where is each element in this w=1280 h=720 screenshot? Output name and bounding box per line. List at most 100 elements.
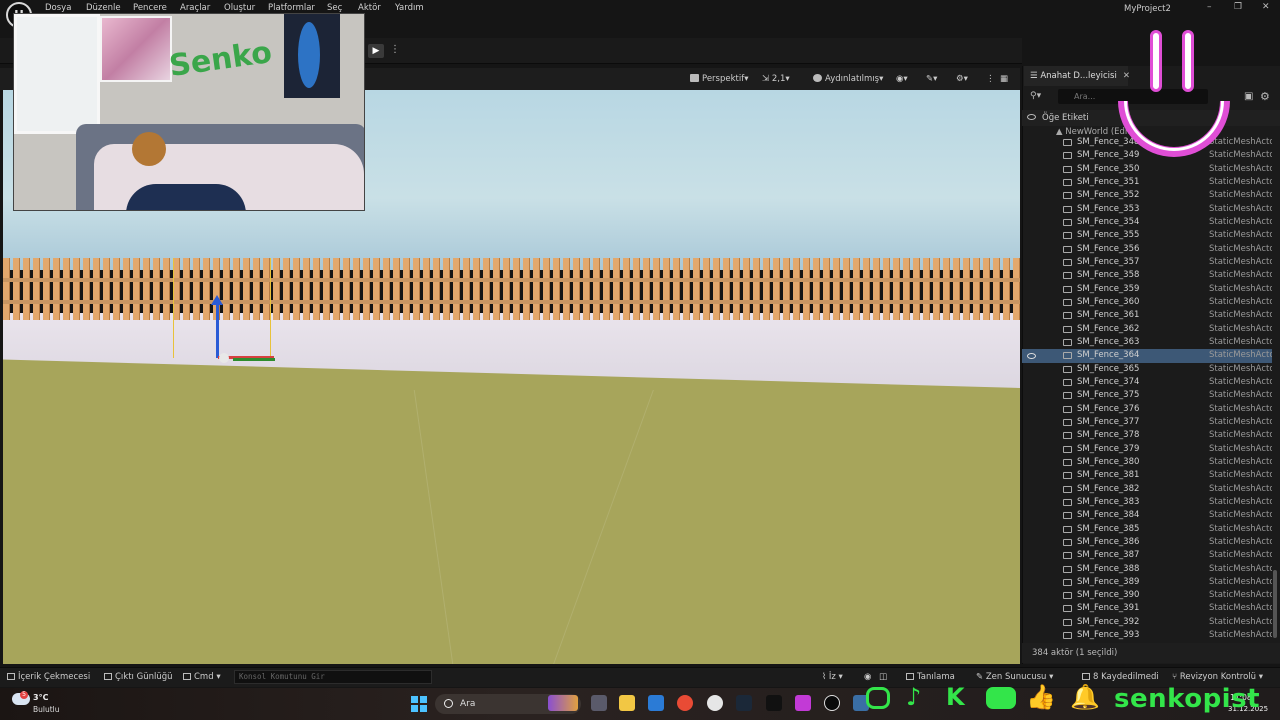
outliner-row[interactable]: SM_Fence_357 StaticMeshActo: [1022, 256, 1272, 269]
outliner-row[interactable]: SM_Fence_382 StaticMeshActo: [1022, 483, 1272, 496]
outliner-row[interactable]: SM_Fence_393 StaticMeshActo: [1022, 629, 1272, 642]
outliner-row[interactable]: SM_Fence_375 StaticMeshActo: [1022, 389, 1272, 402]
visibility-header-icon[interactable]: [1027, 114, 1036, 120]
outliner-row[interactable]: SM_Fence_361 StaticMeshActo: [1022, 309, 1272, 322]
lighting-dropdown[interactable]: Aydınlatılmış▾: [813, 72, 883, 86]
outliner-row[interactable]: SM_Fence_384 StaticMeshActo: [1022, 509, 1272, 522]
outliner-row[interactable]: SM_Fence_360 StaticMeshActo: [1022, 296, 1272, 309]
actor-name: SM_Fence_386: [1077, 536, 1140, 547]
menu-window[interactable]: Pencere: [133, 3, 167, 13]
outliner-row[interactable]: SM_Fence_379 StaticMeshActo: [1022, 443, 1272, 456]
gizmo-y-axis[interactable]: [233, 358, 275, 361]
outliner-row[interactable]: SM_Fence_352 StaticMeshActo: [1022, 189, 1272, 202]
menu-create[interactable]: Oluştur: [224, 3, 255, 13]
outliner-settings-icon[interactable]: ⚙: [1260, 90, 1270, 103]
close-tab-icon[interactable]: ✕: [1123, 71, 1130, 81]
weather-description[interactable]: Bulutlu: [33, 705, 60, 714]
unsaved-button[interactable]: 8 Kaydedilmedi: [1082, 672, 1159, 682]
chrome-icon[interactable]: [677, 695, 693, 711]
cmd-dropdown[interactable]: Cmd ▾: [183, 672, 221, 682]
outliner-row[interactable]: SM_Fence_359 StaticMeshActo: [1022, 283, 1272, 296]
search-highlight-icon[interactable]: [548, 695, 578, 711]
menu-edit[interactable]: Düzenle: [86, 3, 121, 13]
visibility-eye-icon[interactable]: [1027, 353, 1036, 360]
outliner-row[interactable]: SM_Fence_364 StaticMeshActo: [1022, 349, 1272, 363]
outliner-row[interactable]: SM_Fence_374 StaticMeshActo: [1022, 376, 1272, 389]
outliner-row[interactable]: SM_Fence_381 StaticMeshActo: [1022, 469, 1272, 482]
tools-dropdown[interactable]: ✎▾: [926, 72, 937, 86]
gizmo-z-axis[interactable]: [216, 300, 219, 358]
show-dropdown[interactable]: ◉▾: [896, 72, 908, 86]
screenshot-icon[interactable]: ◫: [879, 672, 887, 682]
outliner-row[interactable]: SM_Fence_363 StaticMeshActo: [1022, 336, 1272, 349]
outliner-row[interactable]: SM_Fence_385 StaticMeshActo: [1022, 523, 1272, 536]
outliner-row[interactable]: SM_Fence_351 StaticMeshActo: [1022, 176, 1272, 189]
outliner-row[interactable]: SM_Fence_350 StaticMeshActo: [1022, 163, 1272, 176]
zen-server-dropdown[interactable]: ✎ Zen Sunucusu ▾: [976, 672, 1053, 682]
layout-grid-icon[interactable]: ▦: [1000, 72, 1008, 86]
outliner-row[interactable]: SM_Fence_376 StaticMeshActo: [1022, 403, 1272, 416]
outliner-row[interactable]: SM_Fence_389 StaticMeshActo: [1022, 576, 1272, 589]
console-command-input[interactable]: Konsol Komutunu Gir: [234, 670, 432, 684]
record-icon[interactable]: ◉: [864, 672, 871, 682]
scale-dropdown[interactable]: ⇲ 2,1▾: [762, 72, 790, 86]
menu-actor[interactable]: Aktör: [358, 3, 381, 13]
output-log-button[interactable]: Çıktı Günlüğü: [104, 672, 173, 682]
steam-icon[interactable]: [736, 695, 752, 711]
static-mesh-icon: [1063, 258, 1072, 266]
gizmo-z-arrow-icon[interactable]: [211, 295, 223, 305]
play-button[interactable]: ▶: [368, 44, 384, 58]
outliner-row[interactable]: SM_Fence_377 StaticMeshActo: [1022, 416, 1272, 429]
menu-help[interactable]: Yardım: [395, 3, 424, 13]
fence-row[interactable]: [3, 258, 1020, 320]
minimize-icon[interactable]: –: [1207, 2, 1212, 12]
filter-icon[interactable]: ⚲▾: [1030, 91, 1041, 101]
perspective-dropdown[interactable]: Perspektif▾: [690, 72, 749, 86]
menu-tools[interactable]: Araçlar: [180, 3, 210, 13]
outliner-row[interactable]: SM_Fence_391 StaticMeshActo: [1022, 602, 1272, 615]
trace-dropdown[interactable]: ⌇ İz ▾: [822, 672, 843, 682]
outliner-scrollbar[interactable]: [1273, 570, 1277, 638]
folder-icon[interactable]: ▣: [1244, 91, 1253, 102]
outliner-row[interactable]: SM_Fence_392 StaticMeshActo: [1022, 616, 1272, 629]
outliner-row[interactable]: SM_Fence_365 StaticMeshActo: [1022, 363, 1272, 376]
menu-platforms[interactable]: Platformlar: [268, 3, 315, 13]
viewport-menu-icon[interactable]: ⋮: [986, 72, 995, 86]
file-explorer-icon[interactable]: [619, 695, 635, 711]
close-icon[interactable]: ✕: [1262, 2, 1270, 12]
unreal-taskbar-icon[interactable]: [824, 695, 840, 711]
outliner-row[interactable]: SM_Fence_362 StaticMeshActo: [1022, 323, 1272, 336]
outliner-row[interactable]: SM_Fence_354 StaticMeshActo: [1022, 216, 1272, 229]
app-purple-icon[interactable]: [795, 695, 811, 711]
play-options-icon[interactable]: ⋮: [390, 44, 400, 55]
weather-temperature[interactable]: 3°C: [33, 693, 48, 702]
outliner-row[interactable]: SM_Fence_355 StaticMeshActo: [1022, 229, 1272, 242]
task-view-icon[interactable]: [591, 695, 607, 711]
settings-dropdown[interactable]: ⚙▾: [956, 72, 968, 86]
tab-outliner[interactable]: ☰ Anahat D...leyicisi ✕: [1024, 66, 1130, 86]
windows-start-icon[interactable]: [411, 696, 427, 712]
weather-badge: 5: [20, 691, 28, 699]
outliner-row[interactable]: SM_Fence_390 StaticMeshActo: [1022, 589, 1272, 602]
outliner-row[interactable]: SM_Fence_358 StaticMeshActo: [1022, 269, 1272, 282]
github-desktop-icon[interactable]: [707, 695, 723, 711]
outliner-row[interactable]: SM_Fence_353 StaticMeshActo: [1022, 203, 1272, 216]
gizmo-center[interactable]: [219, 353, 229, 363]
outliner-row[interactable]: SM_Fence_378 StaticMeshActo: [1022, 429, 1272, 442]
outliner-row[interactable]: SM_Fence_356 StaticMeshActo: [1022, 243, 1272, 256]
revision-control-dropdown[interactable]: ⑂ Revizyon Kontrolü ▾: [1172, 672, 1263, 682]
outliner-row[interactable]: SM_Fence_386 StaticMeshActo: [1022, 536, 1272, 549]
outliner-row[interactable]: SM_Fence_387 StaticMeshActo: [1022, 549, 1272, 562]
outliner-row[interactable]: SM_Fence_380 StaticMeshActo: [1022, 456, 1272, 469]
selected-fence-outline[interactable]: [173, 258, 271, 358]
outliner-row[interactable]: SM_Fence_383 StaticMeshActo: [1022, 496, 1272, 509]
menu-file[interactable]: Dosya: [45, 3, 71, 13]
outliner-row[interactable]: SM_Fence_388 StaticMeshActo: [1022, 563, 1272, 576]
diagnostics-button[interactable]: Tanılama: [906, 672, 955, 682]
outliner-row[interactable]: SM_Fence_349 StaticMeshActo: [1022, 149, 1272, 162]
maximize-icon[interactable]: ❐: [1234, 2, 1242, 12]
epic-games-icon[interactable]: [766, 695, 782, 711]
store-icon[interactable]: [648, 695, 664, 711]
menu-select[interactable]: Seç: [327, 3, 342, 13]
content-drawer-button[interactable]: İçerik Çekmecesi: [7, 672, 90, 682]
